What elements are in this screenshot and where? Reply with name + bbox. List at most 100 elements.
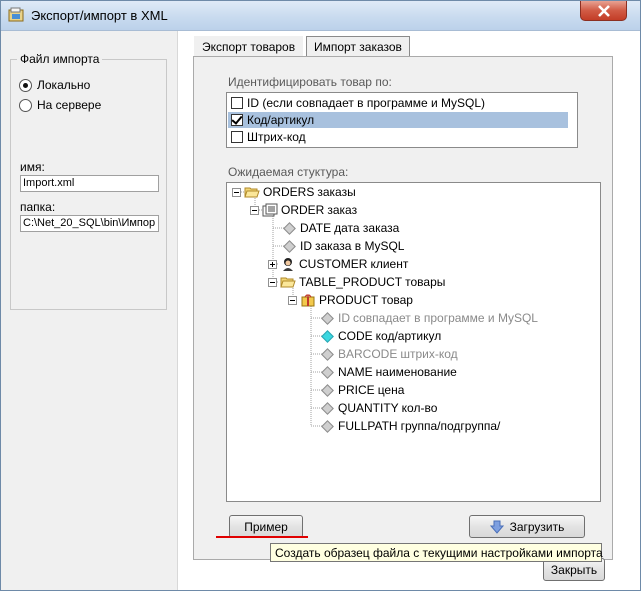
left-pane: Файл импорта Локально На сервере имя: Im… [1, 31, 177, 590]
tree-node-customer[interactable]: CUSTOMER клиент [268, 255, 408, 273]
node-name: TABLE_PRODUCT [299, 275, 403, 289]
field-diamond-icon [321, 419, 334, 433]
node-desc: клиент [370, 257, 409, 271]
radio-server[interactable]: На сервере [19, 98, 101, 112]
load-button[interactable]: Загрузить [469, 515, 585, 538]
node-name: BARCODE [338, 347, 398, 361]
node-desc: заказы [317, 185, 356, 199]
node-desc: заказа в MySQL [315, 239, 405, 253]
close-window-button[interactable] [580, 1, 627, 21]
tree-node-code[interactable]: CODE код/артикул [320, 327, 441, 345]
example-tooltip: Создать образец файла с текущими настрой… [270, 543, 603, 562]
field-diamond-icon [321, 383, 334, 397]
identify-item-label: Штрих-код [247, 130, 306, 144]
tree-node-date[interactable]: DATE дата заказа [282, 219, 399, 237]
node-desc: совпадает в программе и MySQL [353, 311, 538, 325]
node-desc: код/артикул [375, 329, 442, 343]
import-export-window: Экспорт/импорт в XML Файл импорта Локаль… [0, 0, 641, 591]
node-name: DATE [300, 221, 332, 235]
folder-label: папка: [20, 200, 56, 214]
radio-local[interactable]: Локально [19, 78, 90, 92]
node-desc: товар [381, 293, 413, 307]
node-name: ID [338, 311, 350, 325]
radio-local-indicator[interactable] [19, 78, 32, 92]
tab-export-products[interactable]: Экспорт товаров [194, 36, 304, 58]
load-button-label: Загрузить [509, 519, 565, 534]
folder-field[interactable]: C:\Net_20_SQL\bin\Импор [20, 215, 159, 232]
folder-open-icon [280, 277, 296, 288]
node-name: QUANTITY [338, 401, 399, 415]
identify-item-barcode[interactable]: Штрих-код [228, 129, 568, 145]
collapse-toggle[interactable] [232, 187, 241, 197]
tree-node-quantity[interactable]: QUANTITY кол-во [320, 399, 437, 417]
field-diamond-icon [321, 365, 334, 379]
window-title: Экспорт/импорт в XML [31, 8, 168, 23]
app-icon [8, 7, 24, 23]
tree-node-orders[interactable]: ORDERS заказы [232, 183, 356, 201]
node-name: ORDER [281, 203, 325, 217]
identify-item-label: Код/артикул [247, 113, 315, 127]
folder-open-icon [244, 187, 260, 198]
field-diamond-icon [283, 221, 296, 235]
identify-barcode-checkbox[interactable] [231, 131, 243, 143]
node-name: PRODUCT [319, 293, 379, 307]
tree-node-name[interactable]: NAME наименование [320, 363, 457, 381]
radio-local-label: Локально [37, 78, 91, 92]
tree-node-table-product[interactable]: TABLE_PRODUCT товары [268, 273, 445, 291]
node-name: ID [300, 239, 312, 253]
node-desc: штрих-код [400, 347, 458, 361]
structure-tree[interactable]: ORDERS заказы ORDER заказ DATE дата зака… [226, 182, 601, 502]
document-list-icon [262, 203, 278, 217]
node-name: PRICE [338, 383, 375, 397]
field-diamond-icon [321, 401, 334, 415]
tree-node-order-id[interactable]: ID заказа в MySQL [282, 237, 404, 255]
import-file-group-title: Файл импорта [17, 52, 103, 66]
node-name: NAME [338, 365, 373, 379]
node-desc: заказ [327, 203, 358, 217]
collapse-toggle[interactable] [268, 277, 277, 287]
identify-id-checkbox[interactable] [231, 97, 243, 109]
identify-item-id[interactable]: ID (если совпадает в программе и MySQL) [228, 95, 568, 111]
identify-label: Идентифицировать товар по: [228, 75, 392, 89]
tree-node-order[interactable]: ORDER заказ [250, 201, 357, 219]
arrow-down-icon [489, 520, 504, 534]
tree-node-price[interactable]: PRICE цена [320, 381, 404, 399]
import-file-group: Файл импорта Локально На сервере имя: Im… [10, 52, 167, 310]
tree-node-fullpath[interactable]: FULLPATH группа/подгруппа/ [320, 417, 500, 435]
node-desc: кол-во [401, 401, 438, 415]
collapse-toggle[interactable] [288, 295, 297, 305]
structure-label: Ожидаемая стуктура: [228, 165, 349, 179]
identify-item-code[interactable]: Код/артикул [228, 112, 568, 128]
node-desc: группа/подгруппа/ [400, 419, 501, 433]
radio-server-label: На сервере [37, 98, 102, 112]
close-button-label: Закрыть [550, 562, 598, 577]
red-underline-annotation [216, 536, 308, 538]
field-diamond-active-icon [321, 329, 334, 343]
node-desc: цена [377, 383, 405, 397]
right-pane: Экспорт товаров Импорт заказов Идентифиц… [177, 31, 640, 590]
radio-server-indicator[interactable] [19, 98, 32, 112]
file-name-label: имя: [20, 160, 45, 174]
example-button[interactable]: Пример [229, 515, 303, 538]
node-name: CODE [338, 329, 373, 343]
tab-import-orders[interactable]: Импорт заказов [306, 36, 410, 58]
node-name: CUSTOMER [299, 257, 368, 271]
file-name-field[interactable]: Import.xml [20, 175, 159, 192]
identify-code-checkbox[interactable] [231, 114, 243, 126]
title-bar[interactable]: Экспорт/импорт в XML [1, 1, 640, 31]
field-diamond-icon [321, 347, 334, 361]
product-box-icon [301, 294, 315, 307]
identify-listbox[interactable]: ID (если совпадает в программе и MySQL) … [226, 92, 578, 148]
collapse-toggle[interactable] [250, 205, 259, 215]
field-diamond-icon [321, 311, 334, 325]
tree-node-product[interactable]: PRODUCT товар [288, 291, 413, 309]
tree-node-barcode[interactable]: BARCODE штрих-код [320, 345, 458, 363]
field-diamond-icon [283, 239, 296, 253]
close-icon [598, 5, 610, 17]
import-orders-panel: Идентифицировать товар по: ID (если совп… [193, 56, 613, 560]
tree-node-product-id[interactable]: ID совпадает в программе и MySQL [320, 309, 538, 327]
node-desc: наименование [375, 365, 457, 379]
expand-toggle[interactable] [268, 259, 277, 269]
node-desc: товары [405, 275, 446, 289]
node-name: ORDERS [263, 185, 315, 199]
